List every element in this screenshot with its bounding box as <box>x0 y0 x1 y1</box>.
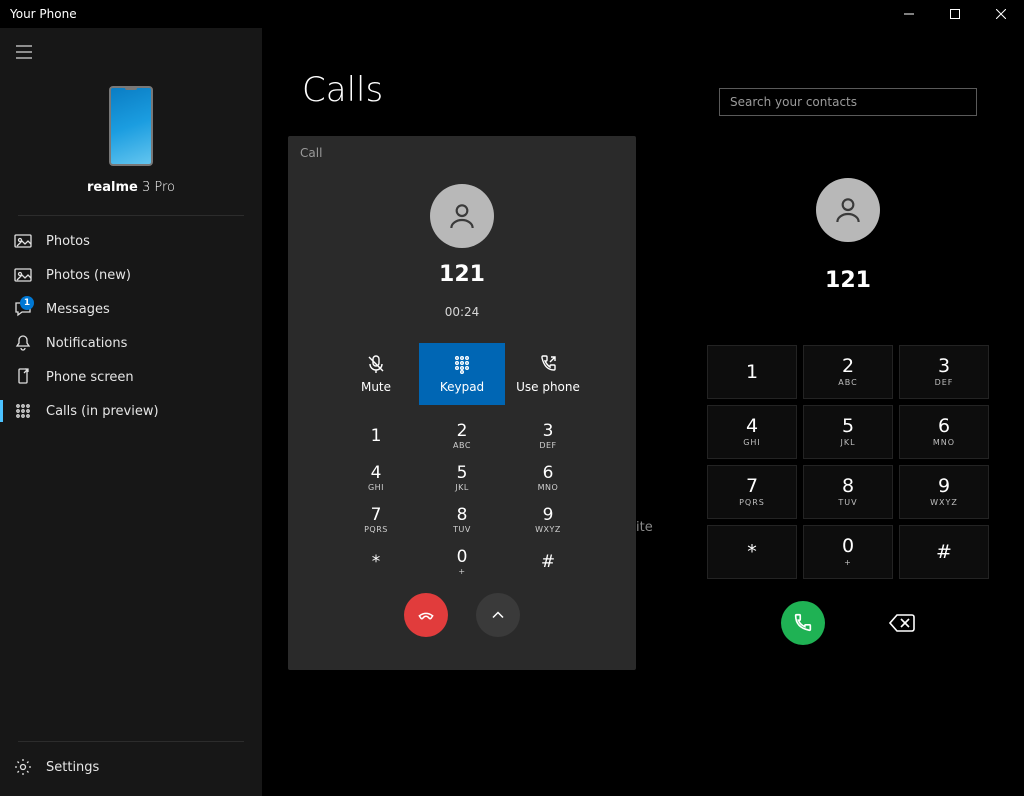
incall-key-6[interactable]: 6MNO <box>505 457 591 499</box>
close-button[interactable] <box>978 0 1024 28</box>
maximize-button[interactable] <box>932 0 978 28</box>
phone-name: realme 3 Pro <box>87 180 175 195</box>
keypad-label: Keypad <box>440 380 484 394</box>
caller-avatar <box>430 184 494 248</box>
dial-key-7[interactable]: 7PQRS <box>707 465 797 519</box>
dial-avatar <box>816 178 880 242</box>
page-title: Calls <box>302 70 383 110</box>
backspace-button[interactable] <box>889 613 915 633</box>
incall-key-5[interactable]: 5JKL <box>419 457 505 499</box>
divider <box>18 741 244 742</box>
content-area: Calls ite Call 121 00:24 Mute Keypad <box>262 28 1024 796</box>
call-timer: 00:24 <box>445 305 480 319</box>
nav-photos-new[interactable]: Photos (new) <box>0 258 262 292</box>
nav-phone-screen[interactable]: Phone screen <box>0 360 262 394</box>
window-controls <box>886 0 1024 28</box>
dial-key-4[interactable]: 4GHI <box>707 405 797 459</box>
phone-preview: realme 3 Pro <box>0 72 262 211</box>
dial-key-3[interactable]: 3DEF <box>899 345 989 399</box>
dialer-panel: 121 12ABC3DEF 4GHI5JKL6MNO 7PQRS8TUV9WXYZ *… <box>672 28 1024 796</box>
incall-key-#[interactable]: # <box>505 541 591 583</box>
minimize-button[interactable] <box>886 0 932 28</box>
divider <box>18 215 244 216</box>
keypad-button[interactable]: Keypad <box>419 343 505 405</box>
gear-icon <box>14 758 32 776</box>
call-actions: Mute Keypad Use phone <box>333 343 591 405</box>
dialer-keypad: 12ABC3DEF 4GHI5JKL6MNO 7PQRS8TUV9WXYZ *0+# <box>707 345 989 579</box>
dial-key-#[interactable]: # <box>899 525 989 579</box>
dial-key-0[interactable]: 0+ <box>803 525 893 579</box>
call-header-label: Call <box>300 146 322 160</box>
incall-key-0[interactable]: 0+ <box>419 541 505 583</box>
usephone-button[interactable]: Use phone <box>505 343 591 405</box>
photo-icon <box>14 232 32 250</box>
collapse-button[interactable] <box>476 593 520 637</box>
mute-button[interactable]: Mute <box>333 343 419 405</box>
incall-keypad: 12ABC3DEF 4GHI5JKL6MNO 7PQRS8TUV9WXYZ *0+# <box>333 415 591 583</box>
nav-label: Photos (new) <box>46 268 131 283</box>
hangup-button[interactable] <box>404 593 448 637</box>
active-call-panel: Call 121 00:24 Mute Keypad Use phone <box>288 136 636 670</box>
dial-key-1[interactable]: 1 <box>707 345 797 399</box>
incall-key-9[interactable]: 9WXYZ <box>505 499 591 541</box>
app-title: Your Phone <box>10 7 77 21</box>
mute-label: Mute <box>361 380 391 394</box>
dial-key-5[interactable]: 5JKL <box>803 405 893 459</box>
nav-label: Phone screen <box>46 370 134 385</box>
nav-notifications[interactable]: Notifications <box>0 326 262 360</box>
caller-number: 121 <box>439 262 485 287</box>
message-badge: 1 <box>20 296 34 310</box>
call-button[interactable] <box>781 601 825 645</box>
sidebar: realme 3 Pro Photos Photos (new) 1 Messa… <box>0 28 262 796</box>
stray-text: ite <box>636 520 653 535</box>
nav-label: Photos <box>46 234 90 249</box>
nav-photos[interactable]: Photos <box>0 224 262 258</box>
photo-new-icon <box>14 266 32 284</box>
dial-key-2[interactable]: 2ABC <box>803 345 893 399</box>
incall-key-7[interactable]: 7PQRS <box>333 499 419 541</box>
incall-key-*[interactable]: * <box>333 541 419 583</box>
nav-list: Photos Photos (new) 1 Messages Notificat… <box>0 224 262 737</box>
search-contacts-input[interactable] <box>719 88 977 116</box>
screen-icon <box>14 368 32 386</box>
phone-image <box>109 86 153 166</box>
dialpad-icon <box>14 402 32 420</box>
nav-calls[interactable]: Calls (in preview) <box>0 394 262 428</box>
usephone-label: Use phone <box>516 380 580 394</box>
title-bar: Your Phone <box>0 0 1024 28</box>
dialed-number: 121 <box>825 268 871 293</box>
nav-label: Settings <box>46 760 99 775</box>
hamburger-button[interactable] <box>4 32 44 72</box>
dial-key-8[interactable]: 8TUV <box>803 465 893 519</box>
incall-key-2[interactable]: 2ABC <box>419 415 505 457</box>
incall-key-4[interactable]: 4GHI <box>333 457 419 499</box>
dial-key-*[interactable]: * <box>707 525 797 579</box>
bell-icon <box>14 334 32 352</box>
nav-settings[interactable]: Settings <box>0 750 262 784</box>
incall-key-1[interactable]: 1 <box>333 415 419 457</box>
dial-key-9[interactable]: 9WXYZ <box>899 465 989 519</box>
incall-key-3[interactable]: 3DEF <box>505 415 591 457</box>
nav-label: Calls (in preview) <box>46 404 159 419</box>
nav-messages[interactable]: 1 Messages <box>0 292 262 326</box>
dial-key-6[interactable]: 6MNO <box>899 405 989 459</box>
nav-label: Notifications <box>46 336 127 351</box>
incall-key-8[interactable]: 8TUV <box>419 499 505 541</box>
nav-label: Messages <box>46 302 110 317</box>
